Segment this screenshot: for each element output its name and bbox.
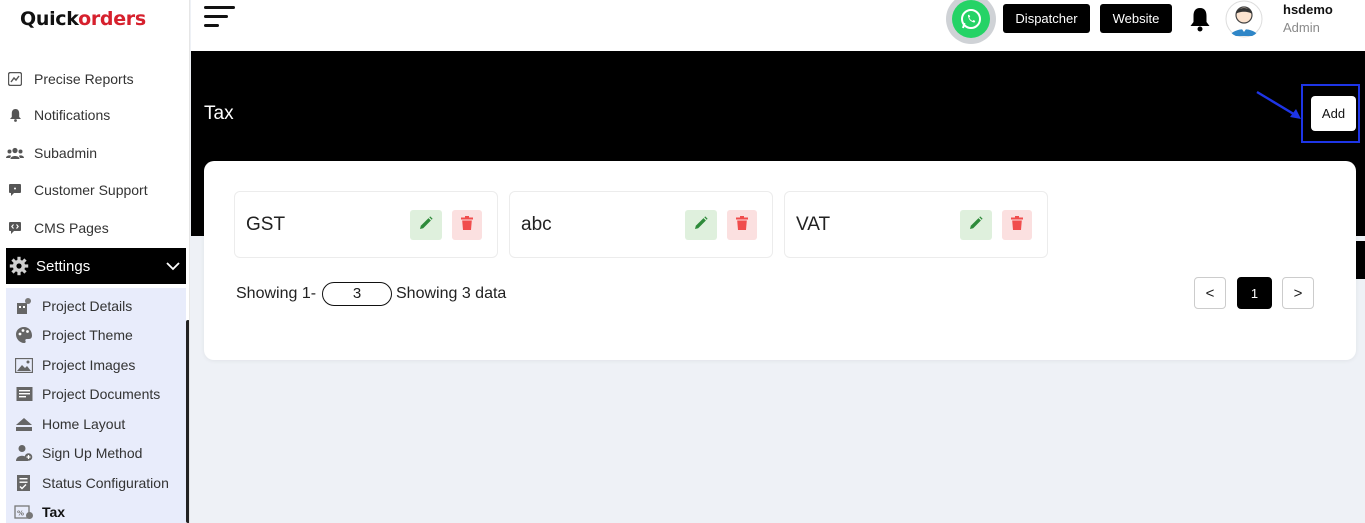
- sidebar-item-project-documents[interactable]: Project Documents: [14, 381, 160, 407]
- sidebar-item-subadmin[interactable]: Subadmin: [6, 138, 97, 168]
- pencil-icon: [969, 215, 983, 235]
- brand-logo[interactable]: Quickorders: [20, 8, 146, 30]
- trash-icon: [461, 215, 473, 235]
- sidebar-item-project-images[interactable]: Project Images: [14, 352, 135, 378]
- settings-submenu: Project Details Project Theme Project Im…: [6, 288, 186, 523]
- delete-button[interactable]: [452, 210, 482, 240]
- sidebar-item-status-configuration[interactable]: Status Configuration: [14, 470, 169, 496]
- gear-icon: [8, 255, 30, 277]
- avatar[interactable]: [1225, 0, 1263, 38]
- sidebar-item-customer-support[interactable]: Customer Support: [6, 175, 148, 205]
- prev-page-button[interactable]: <: [1194, 277, 1226, 309]
- sidebar-item-sign-up-method[interactable]: Sign Up Method: [14, 440, 142, 466]
- user-role: Admin: [1283, 20, 1320, 35]
- image-icon: [14, 355, 34, 375]
- delete-button[interactable]: [727, 210, 757, 240]
- whatsapp-button[interactable]: [946, 0, 996, 44]
- palette-icon: [14, 325, 34, 345]
- sidebar-item-label: Project Documents: [42, 386, 161, 402]
- sidebar-item-label: Customer Support: [34, 182, 148, 198]
- user-add-icon: [14, 443, 34, 463]
- pencil-icon: [694, 215, 708, 235]
- sidebar-item-label: Notifications: [34, 107, 111, 123]
- tax-icon: %: [14, 502, 34, 522]
- arrow-annotation-icon: [1256, 90, 1301, 119]
- sidebar-item-project-theme[interactable]: Project Theme: [14, 322, 133, 348]
- sidebar-item-project-details[interactable]: Project Details: [14, 293, 132, 319]
- settings-label: Settings: [36, 257, 91, 275]
- chevron-down-icon: [166, 258, 180, 275]
- tax-item: VAT: [784, 191, 1048, 258]
- sidebar-item-label: Home Layout: [42, 416, 126, 432]
- showing-total-text: Showing 3 data: [396, 285, 507, 302]
- add-button[interactable]: Add: [1311, 96, 1356, 131]
- sidebar-item-precise-reports[interactable]: Precise Reports: [6, 64, 134, 94]
- chart-icon: [6, 70, 24, 88]
- dispatcher-button[interactable]: Dispatcher: [1003, 4, 1090, 33]
- trash-icon: [736, 215, 748, 235]
- per-page-select[interactable]: 3: [322, 282, 392, 306]
- pencil-icon: [419, 215, 433, 235]
- sidebar-item-label: Precise Reports: [34, 71, 134, 87]
- notification-bell-icon[interactable]: [1187, 6, 1213, 32]
- next-page-button[interactable]: >: [1282, 277, 1314, 309]
- chat-icon: [6, 181, 24, 199]
- sidebar-item-label: Status Configuration: [42, 475, 169, 491]
- sidebar-item-label: Project Details: [42, 298, 133, 314]
- delete-button[interactable]: [1002, 210, 1032, 240]
- edit-button[interactable]: [960, 210, 992, 240]
- users-icon: [6, 144, 24, 162]
- document-icon: [14, 384, 34, 404]
- code-icon: [6, 219, 24, 237]
- sidebar-item-label: Project Theme: [42, 327, 133, 343]
- bell-icon: [6, 106, 24, 124]
- tax-name: VAT: [796, 214, 831, 235]
- sidebar-item-settings[interactable]: Settings: [6, 248, 186, 284]
- tax-item: abc: [509, 191, 773, 258]
- whatsapp-icon: [952, 0, 990, 38]
- sidebar-item-label: Subadmin: [34, 145, 98, 161]
- sidebar-item-notifications[interactable]: Notifications: [6, 100, 110, 130]
- tax-list-card: GST abc VAT Showing 1- 3 Showing 3 data …: [204, 161, 1356, 360]
- sidebar-item-tax[interactable]: % Tax: [14, 499, 65, 523]
- tax-name: GST: [246, 214, 286, 235]
- sidebar-item-cms-pages[interactable]: CMS Pages: [6, 213, 109, 243]
- sidebar-item-label: CMS Pages: [34, 220, 109, 236]
- top-bar: Dispatcher Website hsdemo Admin: [191, 0, 1365, 51]
- user-name: hsdemo: [1283, 2, 1333, 17]
- sidebar-scrollbar[interactable]: [186, 320, 189, 523]
- edit-button[interactable]: [410, 210, 442, 240]
- hamburger-menu-icon[interactable]: [204, 6, 238, 32]
- sidebar-item-label: Sign Up Method: [42, 445, 143, 461]
- sidebar-item-label: Project Images: [42, 357, 136, 373]
- tax-name: abc: [521, 214, 552, 235]
- checklist-icon: [14, 473, 34, 493]
- sidebar-item-home-layout[interactable]: Home Layout: [14, 411, 125, 437]
- svg-text:%: %: [17, 510, 24, 518]
- home-icon: [14, 414, 34, 434]
- project-details-icon: [14, 296, 34, 316]
- current-page-button[interactable]: 1: [1237, 277, 1272, 309]
- sidebar: Quickorders Precise Reports Notification…: [0, 0, 190, 523]
- showing-range-text: Showing 1-: [236, 285, 317, 302]
- tax-item: GST: [234, 191, 498, 258]
- trash-icon: [1011, 215, 1023, 235]
- sidebar-item-label: Tax: [42, 504, 66, 520]
- website-button[interactable]: Website: [1100, 4, 1172, 33]
- edit-button[interactable]: [685, 210, 717, 240]
- page-title: Tax: [204, 103, 234, 124]
